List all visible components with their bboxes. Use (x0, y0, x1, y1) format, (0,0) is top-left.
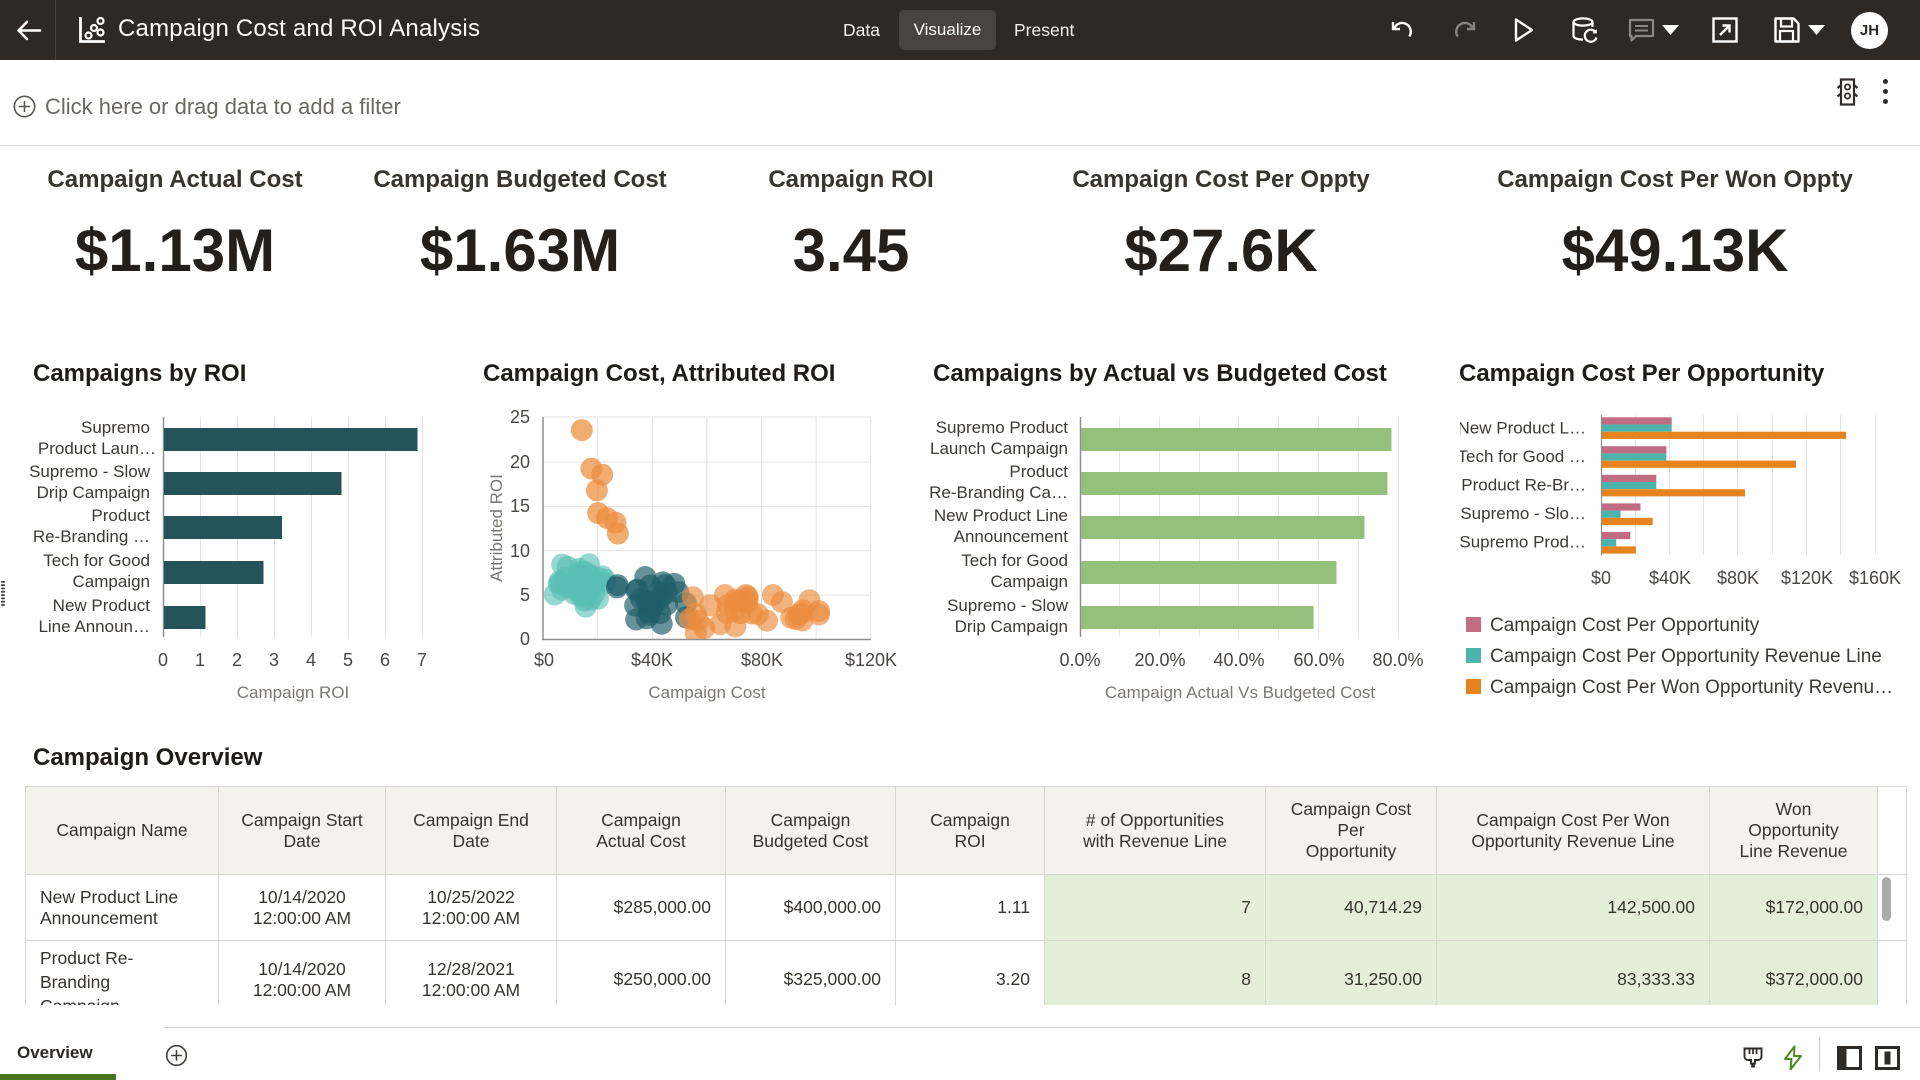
svg-text:$0: $0 (534, 650, 554, 670)
svg-text:Supremo - Slo…: Supremo - Slo… (1460, 504, 1586, 523)
svg-text:$80K: $80K (1717, 568, 1759, 588)
svg-text:80.0%: 80.0% (1372, 650, 1423, 670)
svg-text:0: 0 (520, 629, 530, 649)
svg-text:Drip Campaign: Drip Campaign (955, 617, 1068, 636)
svg-text:Product: Product (91, 506, 150, 525)
svg-text:New Product: New Product (53, 596, 151, 615)
svg-text:Supremo - Slow: Supremo - Slow (29, 462, 151, 481)
svg-text:$40K: $40K (1649, 568, 1691, 588)
svg-text:Launch Campaign: Launch Campaign (930, 439, 1068, 458)
svg-text:5: 5 (343, 650, 353, 670)
svg-text:0.0%: 0.0% (1059, 650, 1100, 670)
svg-text:7: 7 (417, 650, 427, 670)
svg-text:Product: Product (1009, 462, 1068, 481)
svg-text:$160K: $160K (1849, 568, 1901, 588)
svg-text:Supremo: Supremo (81, 418, 150, 437)
svg-text:6: 6 (380, 650, 390, 670)
svg-text:$80K: $80K (741, 650, 783, 670)
svg-text:Campaign Cost, Attributed ROI: Campaign Cost, Attributed ROI (483, 360, 835, 387)
svg-text:15: 15 (510, 496, 530, 516)
svg-text:20: 20 (510, 452, 530, 472)
svg-text:Campaigns by Actual vs Budgete: Campaigns by Actual vs Budgeted Cost (933, 360, 1387, 387)
svg-text:Attributed ROI: Attributed ROI (487, 474, 506, 582)
svg-text:10: 10 (510, 541, 530, 561)
svg-text:$40K: $40K (631, 650, 673, 670)
svg-text:Tech for Good: Tech for Good (961, 551, 1068, 570)
svg-text:40.0%: 40.0% (1213, 650, 1264, 670)
svg-text:Line Announ…: Line Announ… (38, 617, 150, 636)
svg-text:Supremo Product: Supremo Product (936, 418, 1069, 437)
svg-text:60.0%: 60.0% (1293, 650, 1344, 670)
svg-text:Campaign ROI: Campaign ROI (237, 683, 349, 702)
svg-text:Supremo - Slow: Supremo - Slow (947, 596, 1069, 615)
svg-text:3: 3 (269, 650, 279, 670)
svg-text:New Product Line: New Product Line (934, 506, 1068, 525)
svg-text:Re-Branding Ca…: Re-Branding Ca… (929, 483, 1068, 502)
svg-text:Campaign Actual Vs Budgeted Co: Campaign Actual Vs Budgeted Cost (1105, 683, 1376, 702)
svg-text:Re-Branding …: Re-Branding … (33, 527, 150, 546)
svg-text:Campaign Cost Per Opportunity: Campaign Cost Per Opportunity (1490, 615, 1760, 636)
svg-text:Drip Campaign: Drip Campaign (37, 483, 150, 502)
svg-text:Campaign Cost Per Won Opportun: Campaign Cost Per Won Opportunity Revenu… (1490, 677, 1893, 698)
svg-text:Product Laun…: Product Laun… (38, 439, 156, 458)
svg-text:$0: $0 (1591, 568, 1611, 588)
svg-text:Tech for Good: Tech for Good (43, 551, 150, 570)
svg-text:Supremo Prod…: Supremo Prod… (1460, 533, 1586, 552)
svg-text:25: 25 (510, 407, 530, 427)
svg-text:$120K: $120K (1781, 568, 1833, 588)
svg-text:5: 5 (520, 585, 530, 605)
svg-text:Tech for Good …: Tech for Good … (1460, 447, 1586, 466)
svg-text:Product Re-Br…: Product Re-Br… (1461, 476, 1586, 495)
svg-text:Announcement: Announcement (954, 527, 1069, 546)
svg-text:Campaign: Campaign (991, 572, 1069, 591)
svg-text:New Product L…: New Product L… (1460, 419, 1586, 438)
svg-text:0: 0 (158, 650, 168, 670)
svg-text:$120K: $120K (845, 650, 897, 670)
svg-text:Campaigns by ROI: Campaigns by ROI (33, 360, 246, 387)
svg-text:Campaign Cost Per Opportunity: Campaign Cost Per Opportunity (1460, 360, 1825, 387)
svg-text:Campaign Cost Per Opportunity: Campaign Cost Per Opportunity Revenue Li… (1490, 646, 1882, 667)
svg-text:Campaign: Campaign (73, 572, 151, 591)
svg-text:20.0%: 20.0% (1134, 650, 1185, 670)
svg-text:2: 2 (232, 650, 242, 670)
svg-text:Campaign Cost: Campaign Cost (648, 683, 765, 702)
svg-text:4: 4 (306, 650, 316, 670)
svg-text:1: 1 (195, 650, 205, 670)
